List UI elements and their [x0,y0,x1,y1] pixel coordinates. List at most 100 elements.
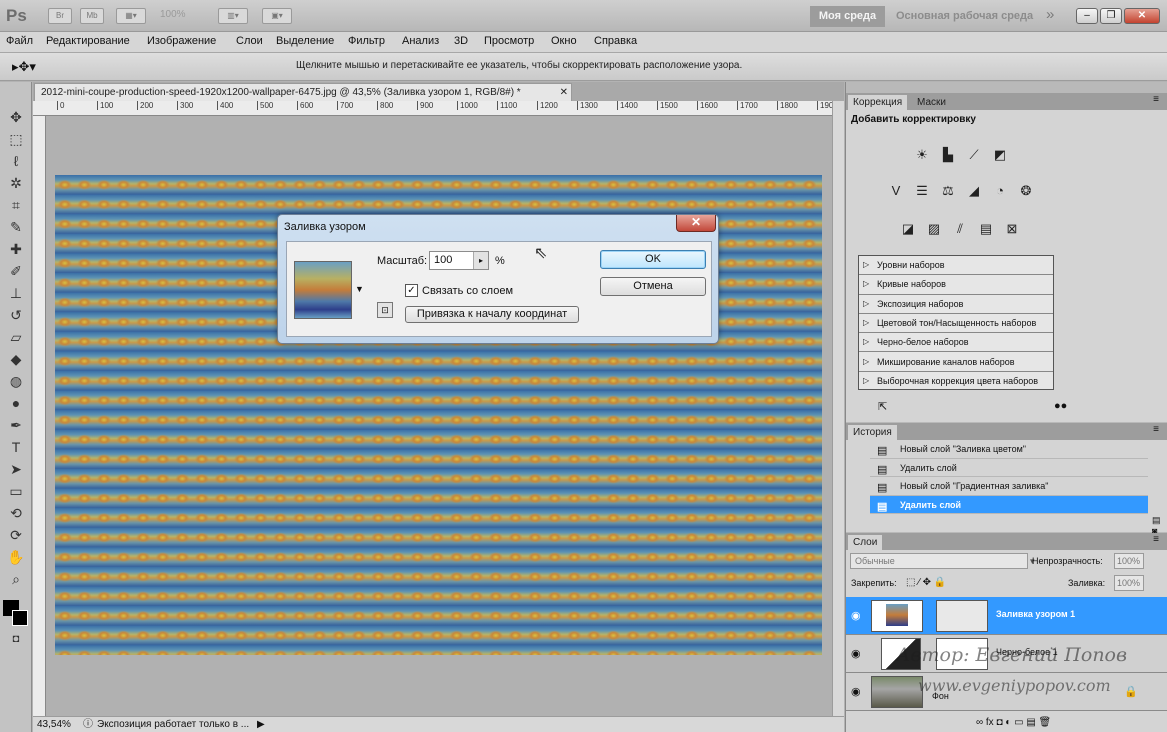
menu-3d[interactable]: 3D [454,35,468,47]
list-item[interactable]: ▷ Кривые наборов [859,275,1053,295]
invert-icon[interactable]: ◪ [898,220,918,238]
snap-origin-icon[interactable]: ⊡ [377,302,393,318]
curves-icon[interactable]: ⟋ [964,146,984,164]
lasso-tool-icon[interactable]: ℓ [7,152,25,170]
list-item[interactable]: ▷ Уровни наборов [859,256,1053,276]
document-tab[interactable]: 2012-mini-coupe-production-speed-1920x12… [34,83,572,101]
view-extras-icon[interactable]: ▦▾ [116,8,146,24]
black-white-icon[interactable]: ◢ [964,182,984,200]
list-item[interactable]: ▷ Экспозиция наборов [859,295,1053,314]
menu-image[interactable]: Изображение [147,35,216,47]
history-item[interactable]: ▤ Удалить слой [870,459,1148,477]
path-select-icon[interactable]: ➤ [7,460,25,478]
blur-tool-icon[interactable]: ◍ [7,372,25,390]
list-item[interactable]: ▷ Черно-белое наборов [859,333,1053,353]
return-to-list-icon[interactable]: ⇱ [878,400,887,413]
history-item-selected[interactable]: ▤ Удалить слой [870,495,1148,514]
list-item[interactable]: ▷ Цветовой тон/Насыщенность наборов [859,314,1053,334]
photo-filter-icon[interactable]: ◔ [990,182,1010,200]
opacity-input[interactable]: 100% [1114,553,1144,569]
pattern-swatch[interactable] [294,261,352,319]
tab-history[interactable]: История [848,425,897,440]
close-document-icon[interactable]: ✕ [560,84,568,101]
zoom-status[interactable]: 43,54% [37,717,71,732]
menu-analysis[interactable]: Анализ [402,35,439,47]
levels-icon[interactable]: ▙ [938,146,958,164]
visibility-eye-icon[interactable]: ◉ [851,609,861,622]
menu-window[interactable]: Окно [551,35,577,47]
vertical-scrollbar[interactable] [832,101,844,716]
eraser-tool-icon[interactable]: ▱ [7,328,25,346]
history-item[interactable]: ▤ Новый слой "Градиентная заливка" [870,477,1148,496]
pen-tool-icon[interactable]: ✒ [7,416,25,434]
menu-file[interactable]: Файл [6,35,33,47]
tab-layers[interactable]: Слои [848,535,883,550]
more-workspaces-icon[interactable]: » [1046,6,1054,23]
menu-select[interactable]: Выделение [276,35,334,47]
restore-icon[interactable]: ❐ [1100,8,1122,24]
visibility-eye-icon[interactable]: ◉ [851,647,861,660]
bridge-icon[interactable]: Br [48,8,72,24]
link-with-layer-checkbox[interactable]: ✓ [405,284,418,297]
brightness-icon[interactable]: ☀ [912,146,932,164]
shape-tool-icon[interactable]: ▭ [7,482,25,500]
layer-row[interactable]: ◉ Заливка узором 1 [846,597,1167,635]
3d-orbit-icon[interactable]: ⟳ [7,526,25,544]
ok-button[interactable]: OK [600,250,706,269]
workspace-essentials[interactable]: Основная рабочая среда [896,6,1036,27]
dodge-tool-icon[interactable]: ● [7,394,25,412]
magic-wand-icon[interactable]: ✲ [7,174,25,192]
cancel-button[interactable]: Отмена [600,277,706,296]
threshold-icon[interactable]: ⫽ [950,220,970,238]
status-info-icon[interactable]: ⓘ [83,717,93,732]
posterize-icon[interactable]: ▨ [924,220,944,238]
menu-edit[interactable]: Редактирование [46,35,130,47]
exposure-icon[interactable]: ◩ [990,146,1010,164]
background-color-swatch[interactable] [12,610,28,626]
clip-to-layer-icon[interactable]: ●● [1054,400,1067,412]
crop-tool-icon[interactable]: ⌗ [7,196,25,214]
tab-masks[interactable]: Маски [912,95,951,110]
quick-mask-icon[interactable]: ◘ [7,630,25,648]
eyedropper-icon[interactable]: ✎ [7,218,25,236]
pattern-picker-arrow-icon[interactable]: ▼ [355,284,364,294]
blend-mode-select[interactable]: Обычные [850,553,1028,569]
marquee-tool-icon[interactable]: ⬚ [7,130,25,148]
zoom-tool-icon[interactable]: ⌕ [7,570,25,588]
list-item[interactable]: ▷ Выборочная коррекция цвета наборов [859,372,1053,391]
menu-filter[interactable]: Фильтр [348,35,385,47]
clone-stamp-icon[interactable]: ⊥ [7,284,25,302]
gradient-map-icon[interactable]: ▤ [976,220,996,238]
panel-menu-icon[interactable]: ≡ [1153,424,1159,435]
mini-bridge-icon[interactable]: Mb [80,8,104,24]
snap-to-origin-button[interactable]: Привязка к началу координат [405,306,579,323]
minimize-icon[interactable]: – [1076,8,1098,24]
workspace-my[interactable]: Моя среда [810,6,885,27]
layer-actions-icons[interactable]: ∞ fx ◘ ◐ ▭ ▤ 🗑 [976,717,1051,728]
move-tool-preset-icon[interactable]: ▸✥▾ [12,59,36,75]
vibrance-icon[interactable]: V [886,182,906,200]
screen-mode-icon[interactable]: ▣▾ [262,8,292,24]
list-item[interactable]: ▷ Микширование каналов наборов [859,353,1053,372]
channel-mixer-icon[interactable]: ❂ [1016,182,1036,200]
brush-tool-icon[interactable]: ✐ [7,262,25,280]
tab-adjustments[interactable]: Коррекция [848,95,908,110]
visibility-eye-icon[interactable]: ◉ [851,685,861,698]
selective-color-icon[interactable]: ⊠ [1002,220,1022,238]
type-tool-icon[interactable]: T [7,438,25,456]
fill-input[interactable]: 100% [1114,575,1144,591]
panel-menu-icon[interactable]: ≡ [1153,94,1159,105]
lock-icons[interactable]: ⬚ ∕ ✥ 🔒 [906,577,946,588]
menu-help[interactable]: Справка [594,35,637,47]
history-item[interactable]: ▤ Новый слой "Заливка цветом" [870,440,1148,459]
arrange-documents-icon[interactable]: ▥▾ [218,8,248,24]
status-menu-arrow-icon[interactable]: ▶ [257,717,265,732]
menu-layers[interactable]: Слои [236,35,263,47]
scale-slider-arrow-icon[interactable]: ▸ [473,252,488,269]
history-brush-icon[interactable]: ↺ [7,306,25,324]
paint-bucket-icon[interactable]: ◆ [7,350,25,368]
healing-brush-icon[interactable]: ✚ [7,240,25,258]
menu-view[interactable]: Просмотр [484,35,534,47]
hand-tool-icon[interactable]: ✋ [7,548,25,566]
panel-menu-icon[interactable]: ≡ [1153,534,1159,545]
